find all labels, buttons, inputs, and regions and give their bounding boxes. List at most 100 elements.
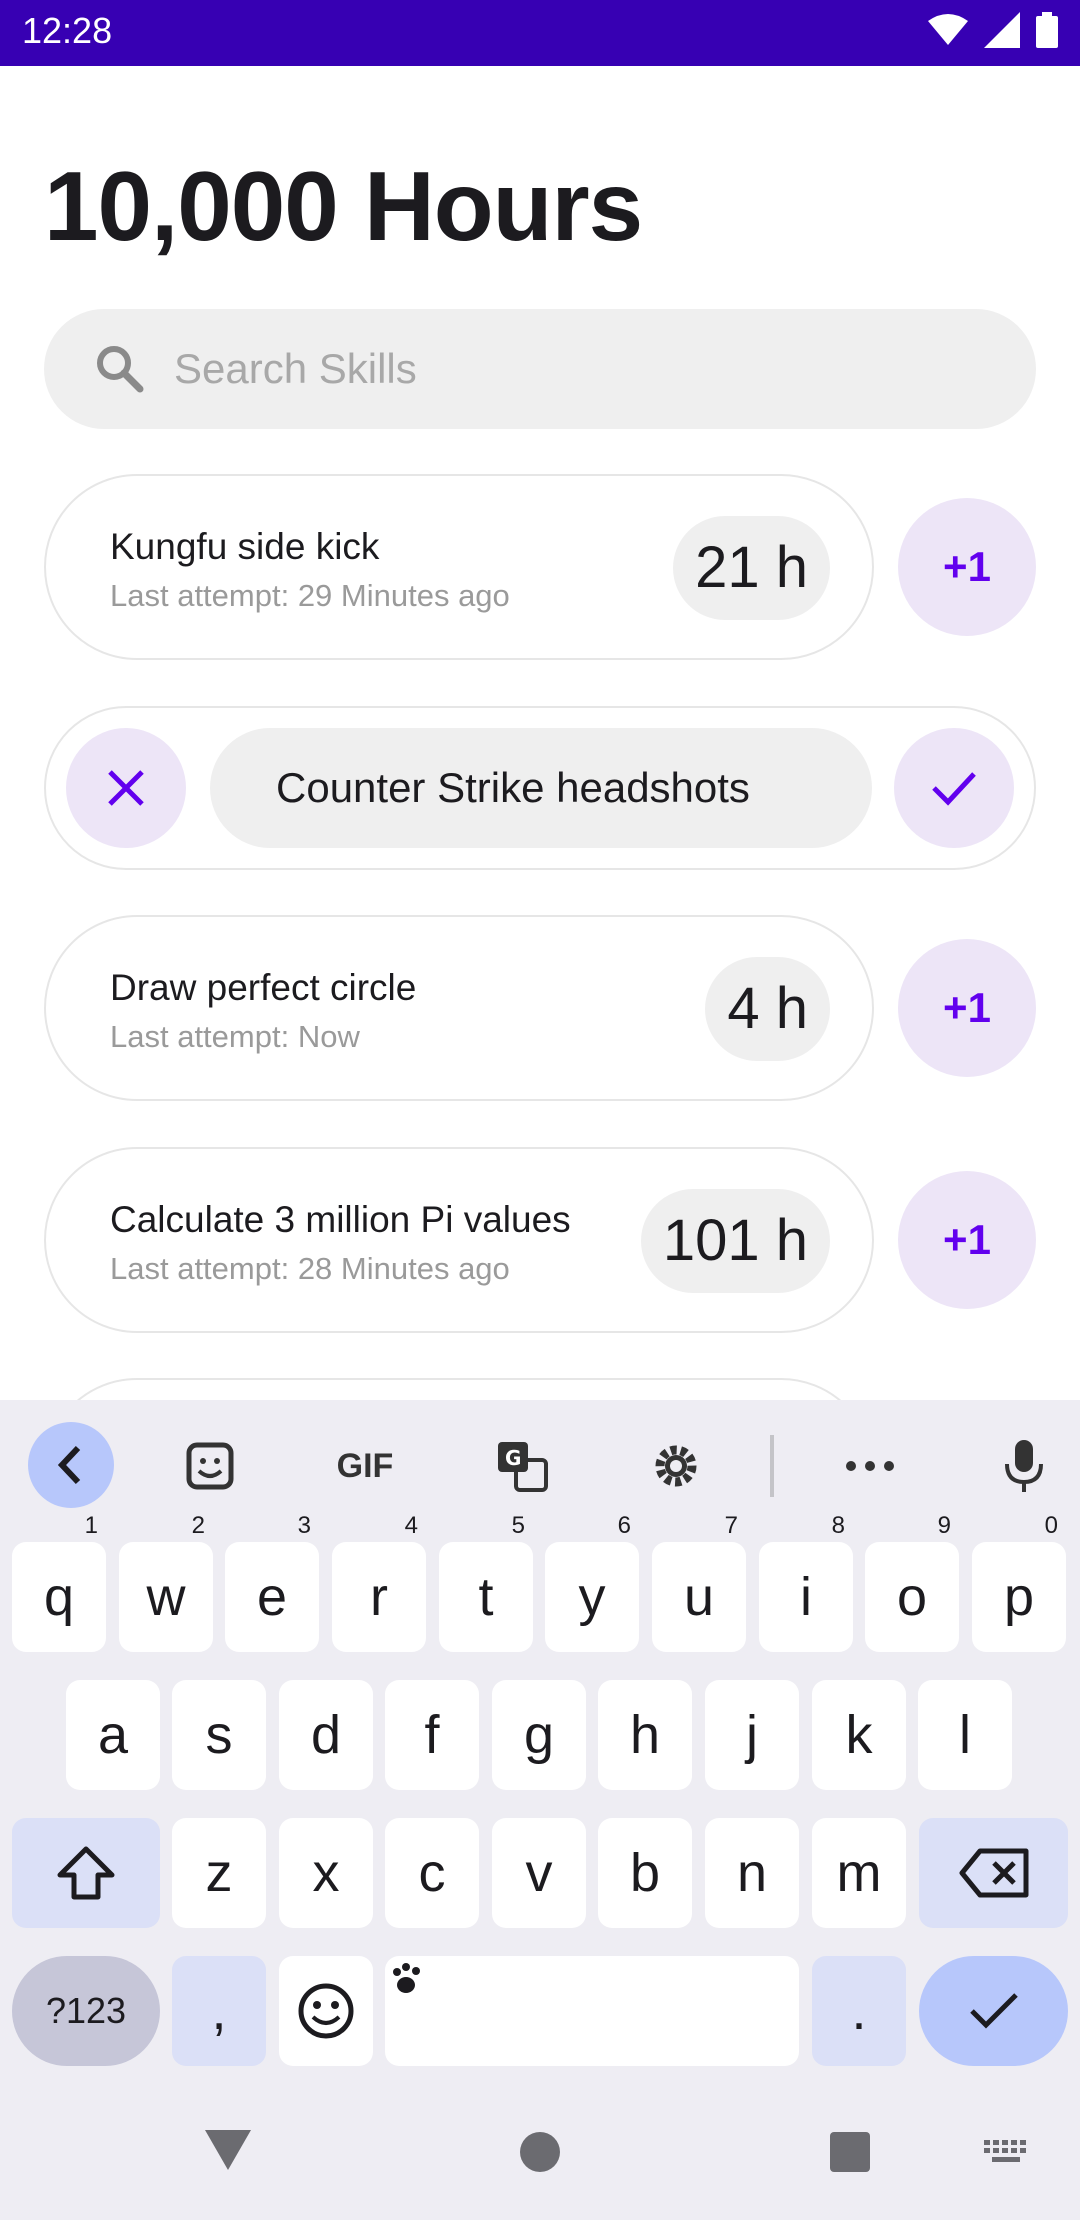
sticker-icon: [186, 1442, 234, 1490]
space-key[interactable]: [385, 1956, 799, 2066]
key-q[interactable]: q1: [12, 1514, 106, 1652]
key-o[interactable]: o9: [865, 1514, 959, 1652]
key-u[interactable]: u7: [652, 1514, 746, 1652]
confirm-button[interactable]: [894, 728, 1014, 848]
key-e[interactable]: e3: [225, 1514, 319, 1652]
wifi-icon: [928, 14, 968, 45]
key-label: q: [43, 1567, 75, 1627]
key-r[interactable]: r4: [332, 1514, 426, 1652]
key-hint: 9: [937, 1512, 951, 1539]
toolbar-divider: [770, 1435, 774, 1497]
key-g[interactable]: g: [492, 1680, 586, 1790]
backspace-key[interactable]: [919, 1818, 1068, 1928]
recents-nav-icon[interactable]: [830, 2132, 870, 2172]
skill-hours-badge: 21 h: [673, 516, 830, 620]
translate-button[interactable]: G: [482, 1422, 562, 1510]
skill-name-field[interactable]: Counter Strike headshots: [210, 728, 872, 848]
key-label: o: [896, 1567, 928, 1627]
shift-key[interactable]: [12, 1818, 160, 1928]
key-t[interactable]: t5: [439, 1514, 533, 1652]
skill-name: Draw perfect circle: [110, 967, 417, 1008]
key-d[interactable]: d: [279, 1680, 373, 1790]
search-bar[interactable]: [44, 309, 1036, 429]
microphone-icon: [1005, 1440, 1043, 1492]
skill-hours-badge: 101 h: [640, 1189, 830, 1293]
add-hour-button[interactable]: +1: [898, 939, 1036, 1077]
key-l[interactable]: l: [918, 1680, 1012, 1790]
key-hint: 2: [191, 1512, 205, 1539]
key-hint: 8: [831, 1512, 845, 1539]
emoji-icon: [298, 1983, 354, 2039]
key-w[interactable]: w2: [119, 1514, 213, 1652]
skill-last-attempt: Last attempt: Now: [110, 1019, 360, 1054]
key-label: t: [478, 1567, 494, 1627]
back-nav-icon[interactable]: [205, 2130, 251, 2170]
key-m[interactable]: m: [812, 1818, 906, 1928]
key-j[interactable]: j: [705, 1680, 799, 1790]
key-label: u: [683, 1567, 715, 1627]
more-button[interactable]: [830, 1422, 910, 1510]
skill-last-attempt: Last attempt: 29 Minutes ago: [110, 578, 510, 613]
skill-last-attempt: Last attempt: 28 Minutes ago: [110, 1251, 510, 1286]
key-s[interactable]: s: [172, 1680, 266, 1790]
emoji-key[interactable]: [279, 1956, 373, 2066]
key-i[interactable]: i8: [759, 1514, 853, 1652]
shift-icon: [57, 1846, 115, 1900]
key-h[interactable]: h: [598, 1680, 692, 1790]
skill-card[interactable]: Kungfu side kick Last attempt: 29 Minute…: [44, 474, 874, 660]
key-b[interactable]: b: [598, 1818, 692, 1928]
check-icon: [969, 1993, 1018, 2029]
add-hour-button[interactable]: +1: [898, 498, 1036, 636]
key-f[interactable]: f: [385, 1680, 479, 1790]
skill-card[interactable]: Calculate 3 million Pi values Last attem…: [44, 1147, 874, 1333]
key-label: y: [578, 1567, 606, 1627]
key-n[interactable]: n: [705, 1818, 799, 1928]
signal-icon: [984, 12, 1020, 48]
key-p[interactable]: p0: [972, 1514, 1066, 1652]
svg-text:G: G: [505, 1446, 521, 1470]
symbols-key[interactable]: ?123: [12, 1956, 160, 2066]
status-bar: 12:28: [0, 0, 1080, 66]
key-k[interactable]: k: [812, 1680, 906, 1790]
keyboard-switch-icon[interactable]: [984, 2140, 1028, 2166]
key-label: w: [146, 1567, 186, 1627]
status-icons: [928, 12, 1058, 48]
key-x[interactable]: x: [279, 1818, 373, 1928]
skill-card[interactable]: Draw perfect circle Last attempt: Now 4 …: [44, 915, 874, 1101]
key-label: e: [256, 1567, 288, 1627]
translate-icon: G: [498, 1442, 548, 1492]
close-icon: [108, 770, 144, 806]
more-horizontal-icon: [846, 1461, 894, 1471]
chevron-left-icon: [57, 1445, 81, 1485]
home-nav-icon[interactable]: [520, 2132, 560, 2172]
page-title: 10,000 Hours: [44, 151, 643, 261]
key-c[interactable]: c: [385, 1818, 479, 1928]
key-hint: 1: [84, 1512, 98, 1539]
battery-icon: [1036, 12, 1058, 48]
key-label: r: [370, 1567, 388, 1627]
settings-button[interactable]: [636, 1422, 716, 1510]
key-a[interactable]: a: [66, 1680, 160, 1790]
voice-input-button[interactable]: [984, 1422, 1064, 1510]
keyboard-back-button[interactable]: [28, 1422, 114, 1508]
cancel-button[interactable]: [66, 728, 186, 848]
key-hint: 7: [724, 1512, 738, 1539]
key-hint: 0: [1044, 1512, 1058, 1539]
comma-key[interactable]: ,: [172, 1956, 266, 2066]
gear-icon: [655, 1445, 697, 1487]
key-z[interactable]: z: [172, 1818, 266, 1928]
sticker-button[interactable]: [170, 1422, 250, 1510]
enter-key[interactable]: [919, 1956, 1068, 2066]
search-input[interactable]: [174, 333, 974, 405]
check-icon: [932, 772, 976, 806]
add-hour-button[interactable]: +1: [898, 1171, 1036, 1309]
skill-name: Kungfu side kick: [110, 526, 380, 567]
key-y[interactable]: y6: [545, 1514, 639, 1652]
key-hint: 5: [511, 1512, 525, 1539]
gif-button[interactable]: GIF: [320, 1422, 410, 1510]
key-v[interactable]: v: [492, 1818, 586, 1928]
period-key[interactable]: .: [812, 1956, 906, 2066]
skill-card[interactable]: [44, 1378, 874, 1400]
key-label: p: [1003, 1567, 1035, 1627]
skill-name: Calculate 3 million Pi values: [110, 1199, 571, 1240]
